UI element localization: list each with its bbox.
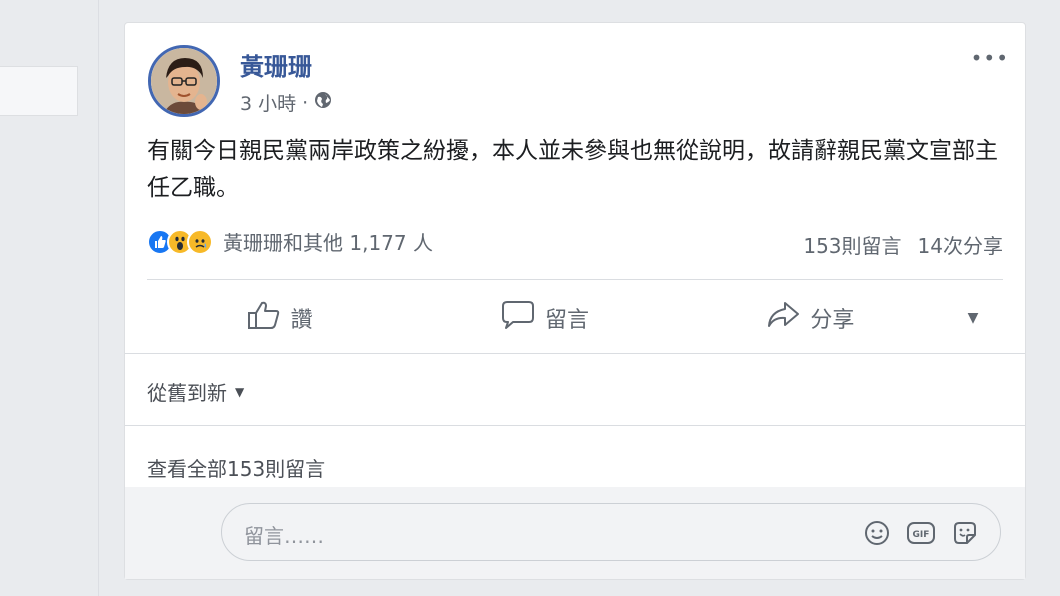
reactions-text: 黃珊珊和其他 1,177 人 bbox=[223, 231, 433, 255]
meta-separator: · bbox=[302, 91, 309, 114]
like-label: 讚 bbox=[290, 308, 313, 333]
like-button[interactable]: 讚 bbox=[147, 300, 412, 336]
sad-icon bbox=[187, 228, 213, 255]
reactions-summary[interactable]: 黃珊珊和其他 1,177 人 bbox=[147, 227, 433, 256]
post-author[interactable]: 黃珊珊 bbox=[240, 47, 312, 82]
comment-composer-area: 留言…… GIF bbox=[125, 487, 1025, 579]
post-meta: 3 小時 · bbox=[240, 89, 332, 116]
gif-icon[interactable]: GIF bbox=[906, 518, 936, 548]
sort-label: 從舊到新 bbox=[147, 381, 227, 405]
action-bar: 讚 留言 分享 ▼ bbox=[147, 287, 1003, 349]
post-card: 黃珊珊 3 小時 · ••• 有關今日親民黨兩岸政策之紛擾，本人並未參與也無從說… bbox=[124, 22, 1026, 580]
comment-input[interactable]: 留言…… GIF bbox=[221, 503, 1001, 561]
column-divider bbox=[98, 0, 99, 596]
svg-text:GIF: GIF bbox=[913, 530, 930, 540]
comment-button[interactable]: 留言 bbox=[412, 300, 677, 336]
view-all-comments-link[interactable]: 查看全部153則留言 bbox=[147, 453, 325, 482]
left-panel-box bbox=[0, 66, 78, 116]
divider bbox=[125, 353, 1025, 354]
caret-down-icon: ▼ bbox=[235, 384, 245, 399]
post-text: 有關今日親民黨兩岸政策之紛擾，本人並未參與也無從說明，故請辭親民黨文宣部主任乙職… bbox=[147, 138, 998, 201]
share-arrow-icon bbox=[766, 300, 800, 336]
emoji-icon[interactable] bbox=[862, 518, 892, 548]
post-time[interactable]: 3 小時 bbox=[240, 89, 296, 116]
globe-icon bbox=[314, 91, 332, 114]
more-icon[interactable]: ••• bbox=[971, 48, 1009, 68]
caret-down-icon[interactable]: ▼ bbox=[943, 310, 1003, 326]
comments-count[interactable]: 153則留言 bbox=[803, 230, 901, 259]
comment-sort-dropdown[interactable]: 從舊到新 ▼ bbox=[147, 377, 244, 406]
comment-bubble-icon bbox=[501, 300, 535, 336]
sticker-icon[interactable] bbox=[950, 518, 980, 548]
composer-icons: GIF bbox=[862, 518, 980, 548]
share-label: 分享 bbox=[810, 308, 855, 333]
comment-label: 留言 bbox=[544, 308, 589, 333]
avatar[interactable] bbox=[148, 45, 220, 117]
left-column bbox=[0, 0, 98, 596]
divider bbox=[147, 279, 1003, 280]
divider bbox=[125, 425, 1025, 426]
thumbs-up-icon bbox=[247, 300, 281, 336]
post-counts: 153則留言 14次分享 bbox=[803, 230, 1003, 259]
comment-placeholder: 留言…… bbox=[244, 524, 324, 548]
share-button[interactable]: 分享 bbox=[678, 300, 943, 336]
shares-count[interactable]: 14次分享 bbox=[918, 230, 1003, 259]
